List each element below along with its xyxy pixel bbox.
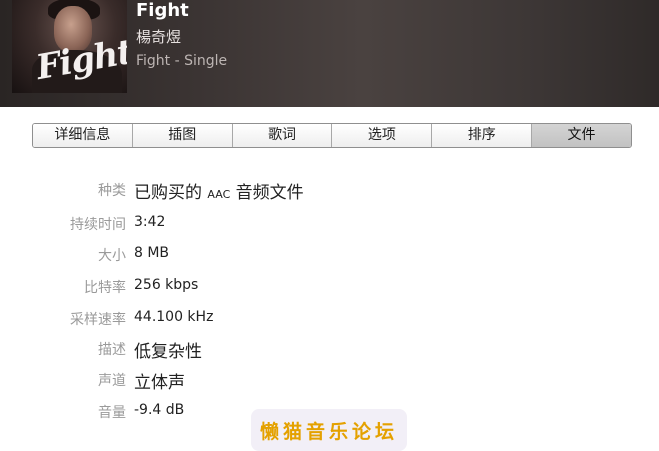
tab-file[interactable]: 文件 (532, 124, 631, 147)
sample-rate-row: 采样速率 44.100 kHz (0, 309, 659, 339)
profile-value: 低复杂性 (134, 342, 202, 362)
kind-value: 已购买的 AAC 音频文件 (134, 183, 304, 203)
track-artist: 楊奇煜 (136, 28, 182, 46)
size-value: 8 MB (134, 245, 170, 261)
size-row: 大小 8 MB (0, 245, 659, 275)
size-label: 大小 (98, 248, 126, 264)
channels-label: 声道 (98, 373, 126, 389)
track-title: Fight (136, 0, 189, 21)
tab-sorting[interactable]: 排序 (432, 124, 533, 147)
info-tab-bar: 详细信息 插图 歌词 选项 排序 文件 (32, 123, 632, 148)
duration-value: 3:42 (134, 214, 166, 230)
volume-value: -9.4 dB (134, 402, 185, 418)
channels-value: 立体声 (134, 373, 185, 393)
kind-row: 种类 已购买的 AAC 音频文件 (0, 180, 659, 210)
album-artwork: Fight (12, 0, 127, 93)
tab-lyrics[interactable]: 歌词 (232, 124, 333, 147)
profile-row: 描述 低复杂性 (0, 339, 659, 369)
channels-row: 声道 立体声 (0, 370, 659, 400)
tab-options[interactable]: 选项 (332, 124, 433, 147)
bit-rate-label: 比特率 (84, 280, 126, 296)
bit-rate-row: 比特率 256 kbps (0, 277, 659, 307)
sample-rate-label: 采样速率 (70, 312, 126, 328)
tab-artwork[interactable]: 插图 (132, 124, 233, 147)
bit-rate-value: 256 kbps (134, 277, 199, 293)
duration-row: 持续时间 3:42 (0, 214, 659, 244)
sample-rate-value: 44.100 kHz (134, 309, 214, 325)
track-album: Fight - Single (136, 53, 228, 69)
forum-watermark: 懒猫音乐论坛 (251, 409, 407, 451)
profile-label: 描述 (98, 342, 126, 358)
volume-label: 音量 (98, 405, 126, 421)
track-header: Fight Fight 楊奇煜 Fight - Single (0, 0, 659, 107)
tab-details[interactable]: 详细信息 (33, 124, 133, 147)
duration-label: 持续时间 (70, 217, 126, 233)
kind-label: 种类 (98, 183, 126, 199)
